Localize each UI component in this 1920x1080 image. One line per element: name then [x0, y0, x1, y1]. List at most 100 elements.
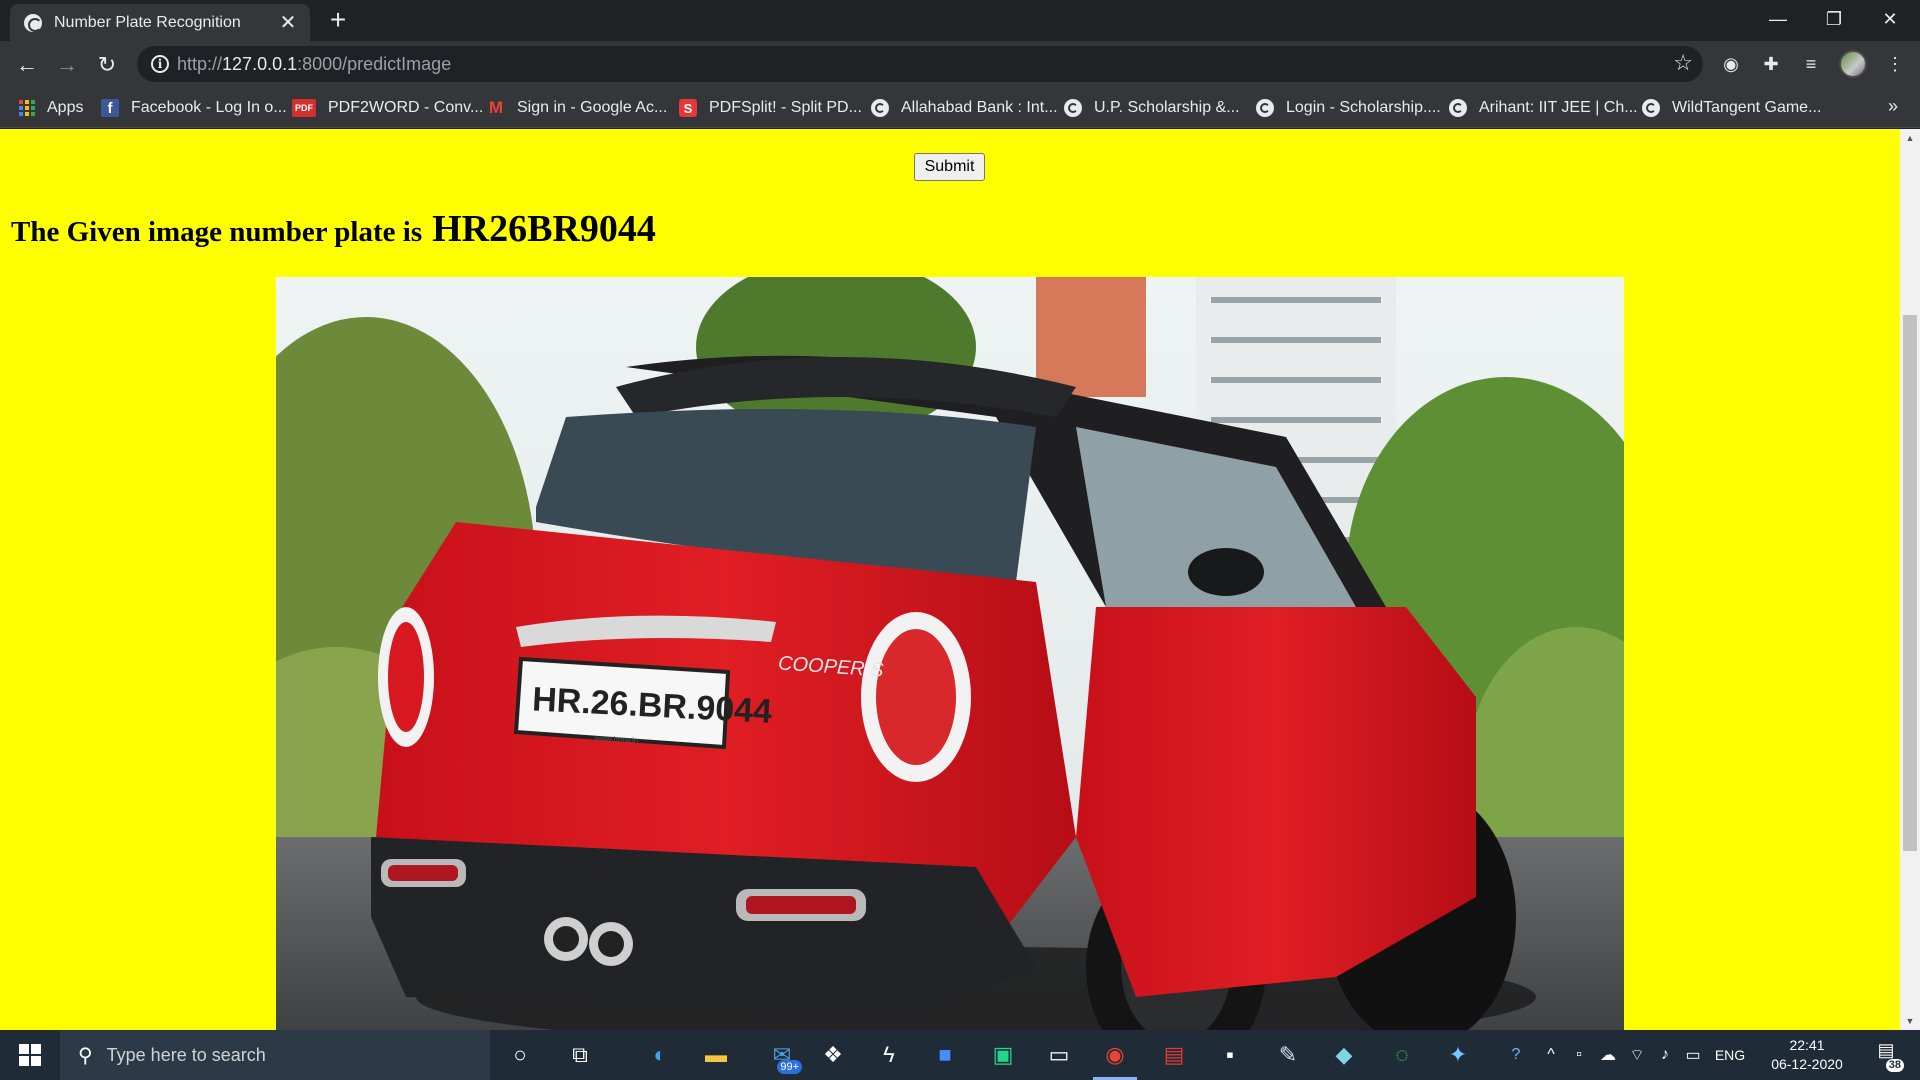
bookmark-label: PDFSplit! - Split PD... [709, 99, 862, 116]
colorful-app-icon[interactable]: ✦ [1430, 1030, 1486, 1080]
notification-count: 38 [1885, 1059, 1904, 1072]
site-info-icon[interactable]: i [151, 55, 169, 73]
scrollbar-thumb[interactable] [1903, 315, 1917, 851]
submit-button[interactable]: Submit [914, 153, 985, 181]
reload-icon[interactable]: ↻ [91, 49, 123, 81]
globe-icon [1449, 99, 1467, 117]
url-scheme: http:// [177, 54, 223, 74]
extensions-puzzle-icon[interactable]: ✚ [1758, 51, 1784, 77]
sublime-icon[interactable]: ϟ [861, 1030, 917, 1080]
bookmark-star-icon[interactable]: ☆ [1673, 50, 1693, 76]
bookmark-label: WildTangent Game... [1672, 99, 1822, 116]
bookmark-google-signin[interactable]: M Sign in - Google Ac... [487, 95, 667, 121]
browser-toolbar: ← → ↻ i http://127.0.0.1:8000/predictIma… [0, 41, 1920, 88]
mail-icon[interactable]: ✉ 99+ [754, 1030, 810, 1080]
meet-now-icon[interactable]: ▫ [1566, 1030, 1592, 1080]
vertical-scrollbar[interactable]: ▲ ▼ [1900, 129, 1920, 1030]
pdfsplit-icon: S [679, 99, 697, 117]
windows-logo-icon [19, 1044, 41, 1066]
result-lead-text: The Given image number plate is [11, 216, 423, 248]
profile-avatar[interactable] [1839, 50, 1867, 78]
bookmark-apps[interactable]: Apps [19, 95, 83, 121]
zoom-icon[interactable]: ■ [917, 1030, 973, 1080]
volume-icon[interactable]: ♪ [1652, 1030, 1678, 1080]
globe-icon [24, 13, 42, 32]
bookmark-label: Login - Scholarship.... [1286, 99, 1441, 116]
forward-arrow-icon[interactable]: → [51, 49, 83, 81]
battery-icon[interactable]: ▭ [1680, 1030, 1706, 1080]
taskbar-search-box[interactable]: ⚲ Type here to search [60, 1030, 490, 1080]
new-tab-button[interactable]: + [324, 6, 352, 34]
show-hidden-icons-chevron[interactable]: ^ [1538, 1030, 1564, 1080]
app-icon[interactable]: ◆ [1316, 1030, 1372, 1080]
bookmark-arihant[interactable]: Arihant: IIT JEE | Ch... [1449, 95, 1638, 121]
globe-icon [1642, 99, 1660, 117]
chrome-icon[interactable]: ◉ [1087, 1030, 1143, 1080]
wifi-icon[interactable]: ⌔ [1624, 1030, 1650, 1080]
bookmark-label: Facebook - Log In o... [131, 99, 287, 116]
windows-taskbar: ⚲ Type here to search ○ ⧉ ◐ ▬ ✉ 99+ ❖ ϟ ■… [0, 1030, 1920, 1080]
bookmark-label: Sign in - Google Ac... [517, 99, 668, 116]
anydesk-icon[interactable]: ▤ [1146, 1030, 1202, 1080]
car-photo-illustration: HR.26.BR.9044 www.bmw.in COOPER S [276, 277, 1624, 1030]
language-indicator[interactable]: ENG [1708, 1030, 1752, 1080]
facebook-icon: f [101, 99, 119, 117]
search-placeholder: Type here to search [106, 1044, 266, 1065]
url-text[interactable]: http://127.0.0.1:8000/predictImage [177, 54, 451, 75]
close-tab-icon[interactable]: ✕ [278, 13, 298, 33]
record-extension-icon[interactable]: ◉ [1718, 51, 1744, 77]
bookmark-pdf2word[interactable]: PDF PDF2WORD - Conv... [292, 95, 483, 121]
task-view-icon[interactable]: ⧉ [552, 1030, 608, 1080]
bookmark-allahabad-bank[interactable]: Allahabad Bank : Int... [871, 95, 1058, 121]
bookmark-label: U.P. Scholarship &... [1094, 99, 1240, 116]
scroll-up-arrow-icon[interactable]: ▲ [1900, 129, 1920, 147]
start-button[interactable] [0, 1030, 60, 1080]
apps-grid-icon [19, 100, 35, 116]
taskbar-clock[interactable]: 22:41 06-12-2020 [1762, 1036, 1852, 1074]
more-bookmarks-chevron-icon[interactable]: » [1888, 96, 1898, 117]
help-icon[interactable]: ? [1500, 1030, 1532, 1080]
notepad-icon[interactable]: ✎ [1260, 1030, 1316, 1080]
window-app-icon[interactable]: ▭ [1031, 1030, 1087, 1080]
url-host: 127.0.0.1 [222, 54, 298, 74]
terminal-icon[interactable]: ▪ [1202, 1030, 1258, 1080]
bookmark-up-scholarship[interactable]: U.P. Scholarship &... [1064, 95, 1240, 121]
result-heading: The Given image number plate is HR26BR90… [11, 207, 656, 251]
bookmark-login-scholarship[interactable]: Login - Scholarship.... [1256, 95, 1441, 121]
tab-title: Number Plate Recognition [54, 13, 241, 31]
cortana-icon[interactable]: ○ [492, 1030, 548, 1080]
screen: Number Plate Recognition ✕ + — ❐ ✕ ← → ↻… [0, 0, 1920, 1080]
tab-number-plate-recognition[interactable]: Number Plate Recognition ✕ [10, 4, 310, 41]
dropbox-icon[interactable]: ❖ [805, 1030, 861, 1080]
file-explorer-icon[interactable]: ▬ [688, 1030, 744, 1080]
bookmarks-bar: Apps f Facebook - Log In o... PDF PDF2WO… [0, 88, 1920, 128]
clock-time: 22:41 [1789, 1037, 1825, 1053]
pycharm-icon[interactable]: ▣ [975, 1030, 1031, 1080]
menu-kebab-icon[interactable]: ⋮ [1882, 51, 1908, 77]
back-arrow-icon[interactable]: ← [11, 49, 43, 81]
scroll-down-arrow-icon[interactable]: ▼ [1900, 1012, 1920, 1030]
clock-date: 06-12-2020 [1771, 1056, 1843, 1072]
close-window-button[interactable]: ✕ [1862, 0, 1918, 38]
car-photo: HR.26.BR.9044 www.bmw.in COOPER S [276, 277, 1624, 1030]
bookmark-facebook[interactable]: f Facebook - Log In o... [101, 95, 287, 121]
bookmark-label: PDF2WORD - Conv... [328, 99, 484, 116]
browser-tabstrip: Number Plate Recognition ✕ + — ❐ ✕ [0, 0, 1920, 41]
minimize-button[interactable]: — [1750, 0, 1806, 38]
search-icon: ⚲ [78, 1044, 93, 1067]
address-bar[interactable]: i http://127.0.0.1:8000/predictImage ☆ [137, 46, 1703, 82]
globe-icon [1064, 99, 1082, 117]
plate-number: HR26BR9044 [432, 208, 656, 250]
edge-icon[interactable]: ◐ [632, 1030, 688, 1080]
media-queue-icon[interactable]: ≡ [1798, 51, 1824, 77]
refresh-app-icon[interactable]: ◌ [1374, 1030, 1430, 1080]
page-viewport: Submit The Given image number plate is H… [0, 129, 1900, 1030]
bookmark-label: Apps [47, 99, 84, 116]
action-center-icon[interactable]: ▤ 38 [1866, 1040, 1906, 1072]
bookmark-wildtangent[interactable]: WildTangent Game... [1642, 95, 1821, 121]
bookmark-pdfsplit[interactable]: S PDFSplit! - Split PD... [679, 95, 862, 121]
restore-button[interactable]: ❐ [1806, 0, 1862, 38]
bookmark-label: Allahabad Bank : Int... [901, 99, 1058, 116]
url-path: :8000/predictImage [297, 54, 452, 74]
onedrive-icon[interactable]: ☁ [1594, 1030, 1622, 1080]
